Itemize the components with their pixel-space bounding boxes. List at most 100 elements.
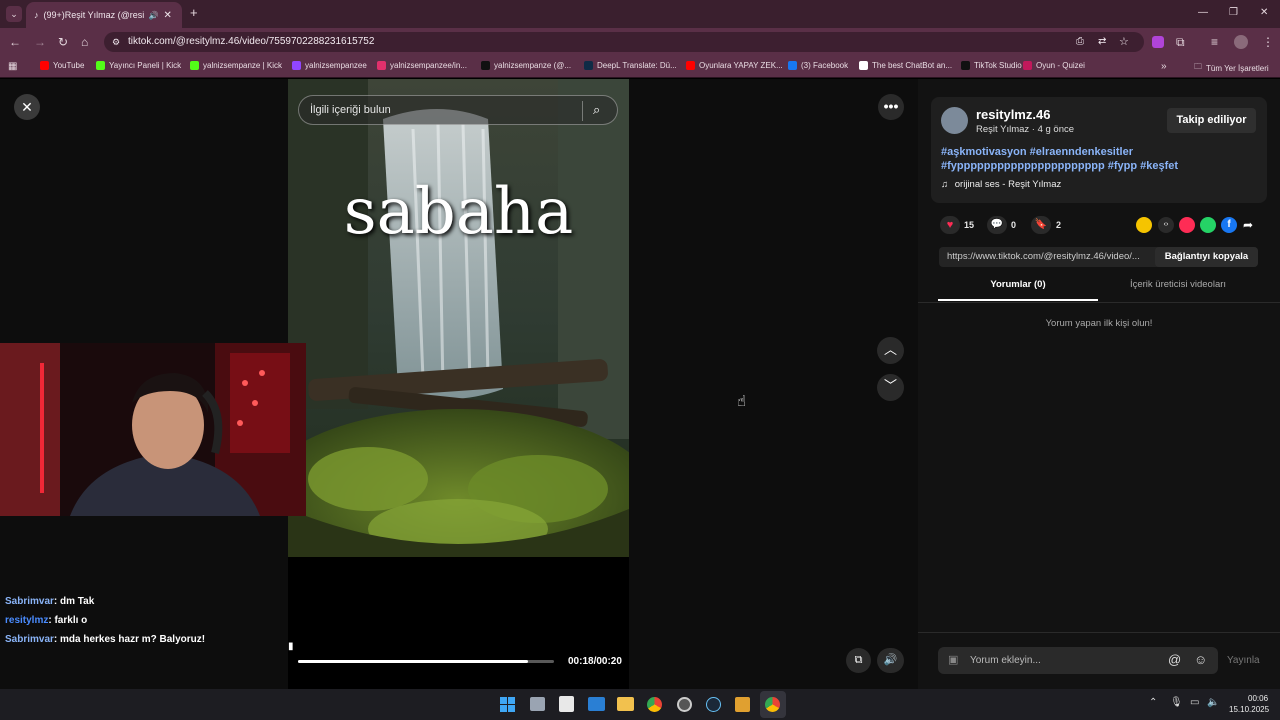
close-viewer-button[interactable]: ✕ [14,94,40,120]
bookmark-item[interactable]: yalnizsempanze | Kick [190,61,282,70]
extension-icon[interactable] [1152,36,1164,48]
play-pause-icon[interactable]: ▮ [288,641,294,652]
video-search-box[interactable]: İlgili içeriği bulun ⌕ [298,95,618,125]
menu-icon[interactable]: ⋮ [1262,36,1274,48]
extensions-puzzle-icon[interactable]: ⧉ [1176,36,1185,48]
progress-bar[interactable] [298,660,554,663]
bookmark-item[interactable]: The best ChatBot an... [859,61,952,70]
close-window-icon[interactable]: ✕ [1260,7,1268,19]
comment-input[interactable]: ▣ Yorum ekleyin... @ ☺ [938,647,1218,674]
copy-link-button[interactable]: Bağlantıyı kopyala [1155,247,1258,267]
sticker-icon[interactable]: ▣ [948,653,958,666]
video-player[interactable]: sabaha İlgili içeriği bulun ⌕ ▮ 00:18/00… [288,79,629,689]
bookmark-item[interactable]: yalnizsempanze (@... [481,61,571,70]
send-icon[interactable] [1179,217,1195,233]
translate-icon[interactable]: ⇄ [1098,32,1106,52]
next-video-button[interactable]: ﹀ [877,374,904,401]
media-app-icon[interactable] [735,697,750,712]
hashtags[interactable]: #aşkmotivasyon #elraenndenkesitler #fypp… [941,145,1201,173]
bookmark-item[interactable]: YouTube [40,61,84,70]
whatsapp-icon[interactable] [1200,217,1216,233]
audio-icon[interactable]: 🔊 [149,11,159,20]
bookmark-label: yalnizsempanze (@... [494,61,572,70]
profile-avatar[interactable] [1234,35,1248,49]
network-icon[interactable]: ▭ [1190,697,1199,708]
post-button[interactable]: Yayınla [1227,655,1260,666]
bookmark-item[interactable]: yalnizsempanzee/in... [377,61,467,70]
bookmark-label: DeepL Translate: Dü... [597,61,677,70]
tiktok-favicon-icon: ♪ [34,10,39,20]
sound-row[interactable]: ♫ orijinal ses - Reşit Yılmaz [941,179,1061,190]
forward-icon[interactable]: → [34,36,46,48]
facebook-icon[interactable]: f [1221,217,1237,233]
bookmark-star-icon[interactable]: ☆ [1119,32,1129,52]
minimize-icon[interactable]: — [1198,7,1208,19]
share-icon[interactable]: ➦ [1243,218,1253,232]
clock-time[interactable]: 00:06 [1248,694,1268,703]
bookmark-favicon-icon [686,61,695,70]
follow-button[interactable]: Takip ediliyor [1167,108,1256,133]
more-bookmarks-icon[interactable]: » [1161,61,1167,73]
previous-video-button[interactable]: ︿ [877,337,904,364]
obs-icon[interactable] [677,697,692,712]
back-icon[interactable]: ← [9,36,21,48]
microphone-icon[interactable]: 🎙 [1170,697,1183,708]
bookmark-label: TikTok Studio [974,61,1022,70]
install-icon[interactable]: ⎙ [1076,32,1084,52]
tray-chevron-icon[interactable]: ⌃ [1149,697,1157,708]
bookmark-favicon-icon [788,61,797,70]
chrome-profile-icon[interactable] [765,697,780,712]
tab-title: (99+)Reşit Yılmaz (@resityl [43,10,144,20]
file-explorer-icon[interactable] [617,697,634,711]
tabs-divider [918,302,1280,303]
tab-comments[interactable]: Yorumlar (0) [938,279,1098,301]
all-bookmarks[interactable]: 🗀 Tüm Yer İşaretleri [1194,61,1269,75]
webcam-overlay [0,343,306,516]
empty-comments-text: Yorum yapan ilk kişi olun! [1045,318,1153,329]
steam-icon[interactable] [706,697,721,712]
tab-search-icon[interactable]: ⌄ [6,6,22,22]
start-icon[interactable] [500,697,515,712]
apps-grid-icon[interactable]: ▦ [8,61,17,73]
bookmark-item[interactable]: (3) Facebook [788,61,848,70]
store-icon[interactable] [588,697,605,711]
creator-username[interactable]: resitylmz.46 [976,107,1050,122]
app-icon-1[interactable] [559,696,574,712]
media-control-icon[interactable]: ≡ [1211,36,1218,48]
restore-icon[interactable]: ❐ [1229,7,1238,19]
emoji-icon[interactable]: ☺ [1194,652,1207,667]
bookmark-item[interactable]: DeepL Translate: Dü... [584,61,677,70]
floating-player-button[interactable]: ⧉ [846,648,871,673]
reload-icon[interactable]: ↻ [58,36,68,48]
avatar[interactable] [941,107,968,134]
tab-creator-videos[interactable]: İçerik üreticisi videoları [1098,279,1258,301]
close-tab-icon[interactable]: ✕ [163,10,171,21]
bookmark-item[interactable]: Oyun - Quizei [1023,61,1085,70]
address-bar[interactable]: ⚙ tiktok.com/@resitylmz.46/video/7559702… [104,32,1144,52]
bookmark-item[interactable]: Yayıncı Paneli | Kick [96,61,181,70]
comment-button[interactable]: 💬 [987,216,1007,234]
task-view-icon[interactable] [530,697,545,711]
volume-button[interactable]: 🔊 [877,648,904,673]
embed-icon[interactable]: ‹› [1158,217,1174,233]
volume-icon[interactable]: 🔈 [1207,697,1219,708]
bookmark-item[interactable]: TikTok Studio [961,61,1022,70]
chrome-icon[interactable] [647,697,662,712]
bookmark-item[interactable]: yalnizsempanzee [292,61,367,70]
search-icon[interactable]: ⌕ [593,102,600,118]
clock-date[interactable]: 15.10.2025 [1229,705,1269,714]
save-button[interactable]: 🔖 [1031,216,1051,234]
bookmark-favicon-icon [292,61,301,70]
new-tab-icon[interactable]: + [190,6,198,19]
gift-icon[interactable] [1136,217,1152,233]
mention-icon[interactable]: @ [1168,652,1181,667]
browser-tab[interactable]: ♪ (99+)Reşit Yılmaz (@resityl 🔊 ✕ [26,2,182,28]
bookmark-item[interactable]: Oyunlara YAPAY ZEK... [686,61,783,70]
video-link[interactable]: https://www.tiktok.com/@resitylmz.46/vid… [947,251,1140,262]
like-button[interactable]: ♥ [940,216,960,234]
close-icon: ✕ [21,99,33,115]
home-icon[interactable]: ⌂ [81,36,88,48]
more-options-button[interactable]: ••• [878,94,904,120]
bookmarks-bar: ▦ YouTube Yayıncı Paneli | Kick yalnizsemp… [0,56,1280,78]
site-info-icon[interactable]: ⚙ [112,32,120,52]
